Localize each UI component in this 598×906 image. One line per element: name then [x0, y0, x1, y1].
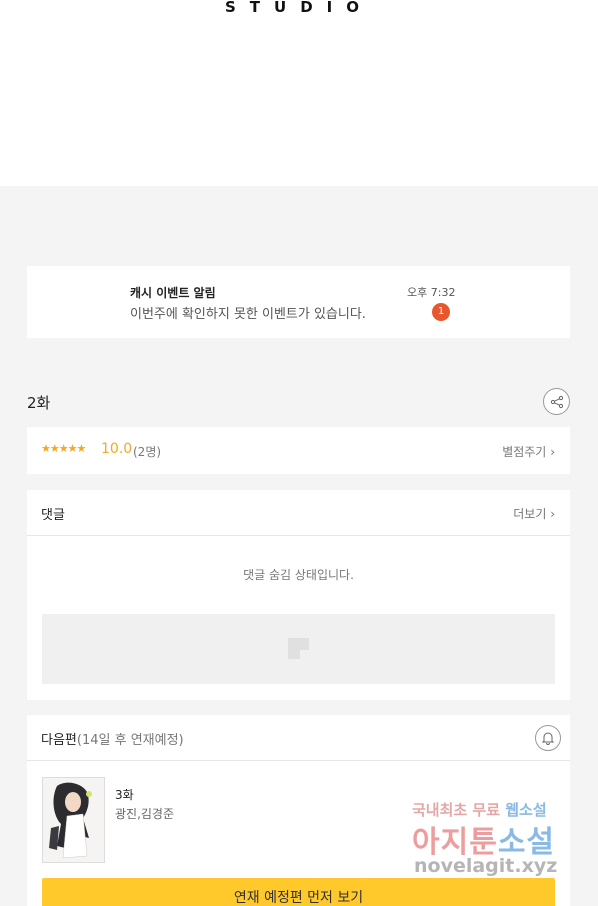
- next-episode-name: 3화: [115, 788, 134, 802]
- chevron-right-icon: ›: [550, 507, 555, 521]
- notify-button[interactable]: [535, 725, 561, 751]
- top-banner: STUDIO: [0, 0, 598, 186]
- comments-header: 댓글 더보기 ›: [27, 490, 570, 536]
- rate-button-label: 별점주기: [502, 445, 547, 459]
- next-episode-label: 다음편: [41, 733, 77, 748]
- comments-hidden-message: 댓글 숨김 상태입니다.: [243, 568, 354, 582]
- rating-score: 10.0: [101, 441, 133, 457]
- comments-more-button[interactable]: 더보기 ›: [513, 505, 555, 522]
- rating-count: (2명): [133, 445, 162, 459]
- comments-title: 댓글: [41, 508, 65, 523]
- rate-button[interactable]: 별점주기 ›: [502, 443, 555, 460]
- notification-title: 캐시 이벤트 알림: [130, 286, 216, 300]
- chevron-right-icon: ›: [550, 445, 555, 459]
- next-episode-thumbnail[interactable]: [42, 777, 105, 863]
- comments-card: 댓글 더보기 › 댓글 숨김 상태입니다.: [27, 490, 570, 700]
- notification-message: 이번주에 확인하지 못한 이벤트가 있습니다.: [130, 307, 366, 322]
- notification-time: 오후 7:32: [407, 286, 456, 299]
- thumbnail-illustration: [43, 778, 104, 862]
- notification-badge: 1: [432, 303, 450, 321]
- watermark-line3: novelagit.xyz: [414, 855, 558, 877]
- ad-placeholder: [42, 614, 555, 684]
- rating-stars: ★★★★★: [41, 442, 86, 455]
- next-episode-title: 다음편(14일 후 연재예정): [41, 729, 184, 748]
- next-episode-schedule: (14일 후 연재예정): [76, 733, 184, 748]
- comments-more-label: 더보기: [513, 507, 547, 521]
- bell-icon: [541, 732, 555, 745]
- next-episode-authors: 광진,김경준: [115, 807, 175, 821]
- studio-logo-text: STUDIO: [225, 0, 373, 16]
- episode-title: 2화: [27, 394, 51, 412]
- share-button[interactable]: [543, 388, 570, 415]
- rating-card: ★★★★★ 10.0 (2명) 별점주기 ›: [27, 427, 570, 474]
- notification-card[interactable]: 캐시 이벤트 알림 이번주에 확인하지 못한 이벤트가 있습니다. 오후 7:3…: [27, 266, 570, 338]
- next-episode-header: 다음편(14일 후 연재예정): [27, 715, 570, 761]
- image-placeholder-icon: [288, 638, 309, 659]
- share-icon: [550, 395, 563, 408]
- site-watermark: 국내최초 무료 웹소설 아지툰소설 novelagit.xyz: [410, 797, 590, 887]
